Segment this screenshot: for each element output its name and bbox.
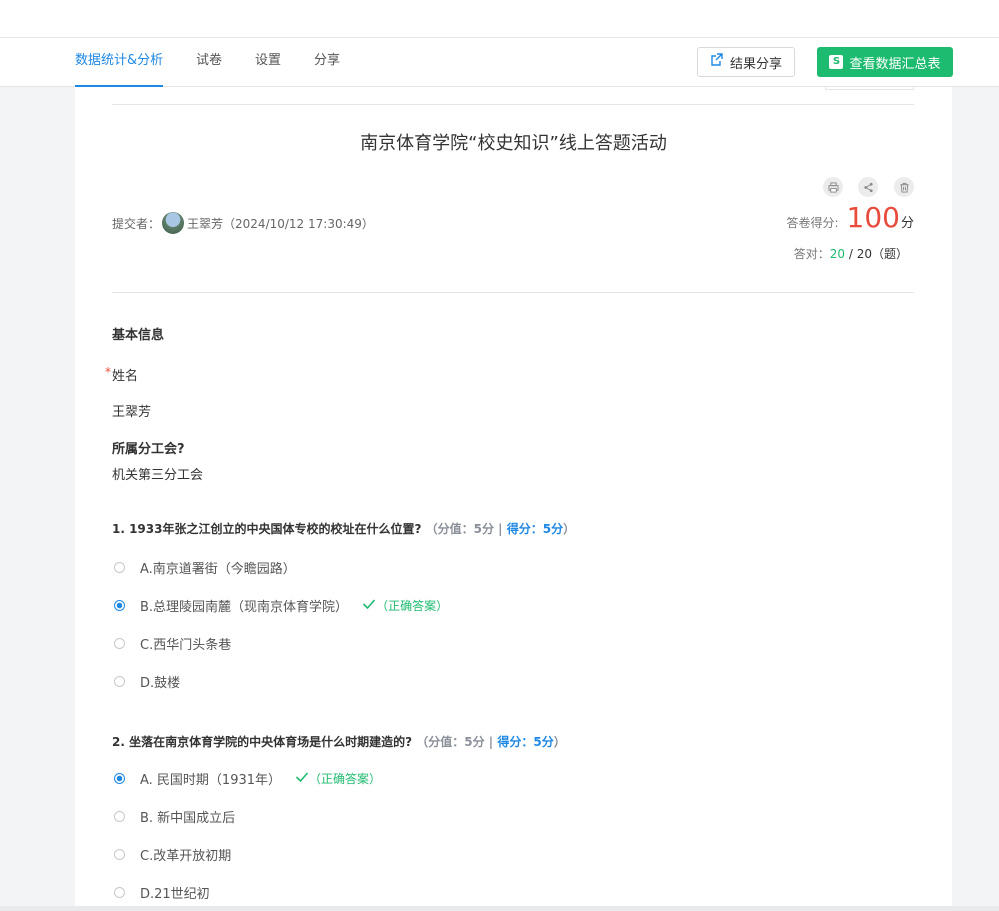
- answer-card: 南京体育学院“校史知识”线上答题活动 提交者： 王翠芳 （2024/10/12 …: [75, 87, 952, 911]
- top-bar: [0, 0, 999, 38]
- result-share-label: 结果分享: [729, 56, 782, 72]
- union-label: 所属分工会?: [112, 442, 185, 457]
- option-label: D.鼓楼: [140, 675, 181, 691]
- radio-button[interactable]: [114, 810, 125, 822]
- question-2-score: 得分：5分: [497, 735, 554, 749]
- radio-button[interactable]: [114, 886, 125, 898]
- radio-button[interactable]: [114, 561, 125, 573]
- score-value: 100: [846, 201, 900, 234]
- question-1-option-c[interactable]: C.西华门头条巷: [114, 635, 232, 653]
- option-label: B. 新中国成立后: [140, 810, 236, 826]
- avatar: [162, 212, 185, 234]
- option-label: C.西华门头条巷: [140, 637, 232, 653]
- nav-bar: 数据统计&分析 试卷 设置 分享 结果分享 S 查看数据汇总表: [0, 38, 999, 87]
- check-icon: [295, 771, 309, 786]
- question-2-option-b[interactable]: B. 新中国成立后: [114, 808, 236, 826]
- radio-button[interactable]: [114, 675, 125, 687]
- view-summary-label: 查看数据汇总表: [849, 56, 941, 72]
- name-value: 王翠芳: [112, 405, 152, 420]
- delete-icon[interactable]: [894, 177, 914, 197]
- correct-number: 20: [829, 247, 846, 261]
- sheet-icon: S: [829, 55, 844, 69]
- correct-label: 答对：: [793, 247, 830, 261]
- check-icon: [362, 598, 376, 613]
- score-display: 答卷得分: 100 分: [786, 201, 914, 234]
- print-icon[interactable]: [823, 177, 843, 197]
- question-2-option-c[interactable]: C.改革开放初期: [114, 846, 232, 864]
- tab-share[interactable]: 分享: [314, 38, 340, 87]
- result-share-button[interactable]: 结果分享: [697, 47, 795, 77]
- submit-time: （2024/10/12 17:30:49）: [223, 216, 374, 231]
- question-1-text: 1. 1933年张之江创立的中央国体专校的校址在什么位置?: [112, 522, 422, 536]
- question-2-meta-end: ）: [553, 735, 566, 749]
- question-2-option-a[interactable]: A. 民国时期（1931年） （正确答案）: [114, 770, 381, 788]
- export-icon: [710, 53, 724, 71]
- question-1-option-b[interactable]: B.总理陵园南麓（现南京体育学院） （正确答案）: [114, 597, 448, 615]
- question-2-meta: （分值：5分 |: [416, 735, 494, 749]
- option-label: A.南京道署街（今瞻园路）: [140, 561, 296, 577]
- question-1-score: 得分：5分: [506, 522, 564, 536]
- question-2-option-d[interactable]: D.21世纪初: [114, 884, 210, 902]
- correct-answer-tag: （正确答案）: [362, 597, 448, 614]
- option-label: D.21世纪初: [140, 886, 210, 902]
- question-1-option-a[interactable]: A.南京道署街（今瞻园路）: [114, 559, 296, 577]
- card-top-box: [825, 87, 914, 90]
- radio-button-selected[interactable]: [114, 772, 125, 784]
- question-1-meta-end: ）: [563, 522, 576, 536]
- correct-answer-text: （正确答案）: [309, 771, 382, 786]
- page-title: 南京体育学院“校史知识”线上答题活动: [360, 133, 667, 154]
- radio-button[interactable]: [114, 637, 125, 649]
- view-summary-button[interactable]: S 查看数据汇总表: [817, 47, 953, 77]
- required-mark: *: [105, 365, 111, 379]
- submitter-label: 提交者：: [112, 216, 161, 231]
- section-divider: [112, 292, 914, 293]
- correct-answer-tag: （正确答案）: [295, 770, 381, 787]
- tab-statistics[interactable]: 数据统计&分析: [75, 38, 164, 87]
- top-divider: [112, 104, 914, 105]
- question-2-title: 2. 坐落在南京体育学院的中央体育场是什么时期建造的? （分值：5分 | 得分：…: [112, 733, 566, 750]
- option-label: B.总理陵园南麓（现南京体育学院）: [140, 599, 349, 615]
- score-unit: 分: [900, 216, 914, 231]
- question-2-text: 2. 坐落在南京体育学院的中央体育场是什么时期建造的?: [112, 735, 413, 749]
- share-icon[interactable]: [858, 177, 878, 197]
- name-label: 姓名: [112, 369, 139, 384]
- score-label: 答卷得分:: [786, 216, 839, 230]
- submitter-info: 提交者： 王翠芳 （2024/10/12 17:30:49）: [112, 211, 374, 235]
- question-1-option-d[interactable]: D.鼓楼: [114, 673, 181, 691]
- correct-total: / 20（题）: [848, 247, 908, 261]
- submitter-name: 王翠芳: [187, 216, 224, 231]
- question-1-title: 1. 1933年张之江创立的中央国体专校的校址在什么位置? （分值：5分 | 得…: [112, 520, 575, 537]
- union-value: 机关第三分工会: [112, 468, 204, 483]
- question-1-meta: （分值：5分 |: [425, 522, 503, 536]
- tab-paper[interactable]: 试卷: [196, 38, 222, 87]
- correct-count: 答对：20 / 20（题）: [794, 245, 908, 262]
- option-label: C.改革开放初期: [140, 848, 232, 864]
- basic-info-title: 基本信息: [112, 328, 165, 343]
- bottom-strip: [0, 906, 999, 911]
- correct-answer-text: （正确答案）: [376, 598, 449, 613]
- option-label: A. 民国时期（1931年）: [140, 772, 282, 788]
- tab-settings[interactable]: 设置: [255, 38, 281, 87]
- radio-button-selected[interactable]: [114, 599, 125, 611]
- radio-button[interactable]: [114, 848, 125, 860]
